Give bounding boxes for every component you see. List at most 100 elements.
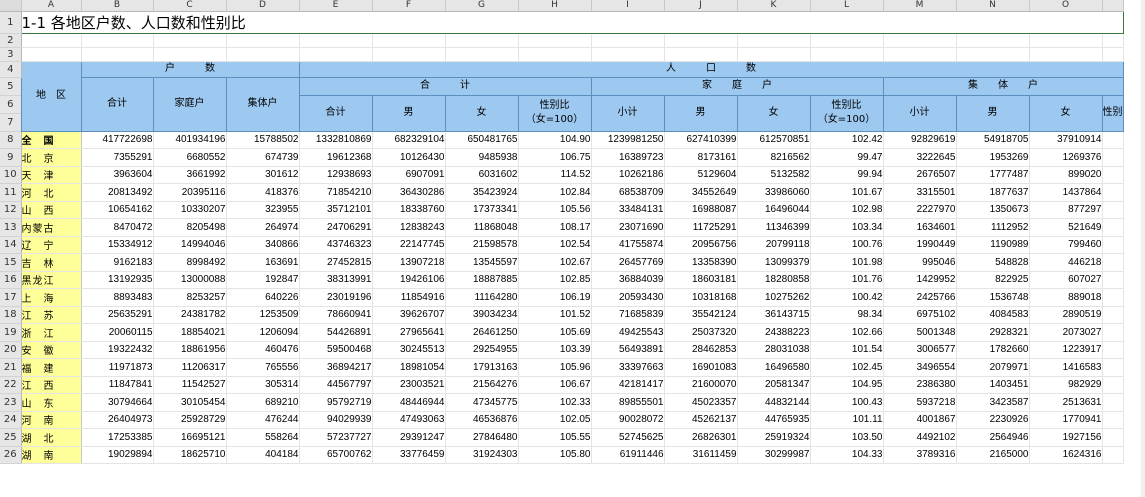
data-cell[interactable]: 1437864 [1029, 183, 1103, 202]
data-cell[interactable] [1102, 358, 1124, 377]
data-cell[interactable]: 1416583 [1029, 358, 1103, 377]
data-cell[interactable]: 877297 [1029, 201, 1103, 219]
select-all-corner[interactable] [0, 0, 22, 12]
data-cell[interactable]: 11542527 [153, 376, 227, 394]
data-cell[interactable]: 48446944 [372, 393, 446, 412]
data-cell[interactable]: 5132582 [737, 166, 811, 184]
data-cell[interactable]: 822925 [956, 271, 1030, 289]
data-cell[interactable]: 102.84 [518, 183, 592, 202]
data-cell[interactable]: 24381782 [153, 306, 227, 324]
data-cell[interactable] [1102, 323, 1124, 342]
data-cell[interactable]: 3789316 [883, 446, 957, 464]
data-cell[interactable]: 1927156 [1029, 428, 1103, 447]
data-cell[interactable]: 16496580 [737, 358, 811, 377]
header-family-subtotal[interactable]: 小计 [590, 94, 665, 132]
data-cell[interactable]: 105.55 [518, 428, 592, 447]
row-header-22[interactable]: 22 [0, 376, 22, 394]
header-households[interactable]: 户 数 [80, 60, 300, 78]
row-header-15[interactable]: 15 [0, 253, 22, 272]
data-cell[interactable]: 103.50 [810, 428, 884, 447]
cell[interactable] [21, 47, 82, 62]
data-cell[interactable]: 71854210 [299, 183, 373, 202]
header-collective-female[interactable]: 女 [1028, 94, 1103, 132]
region-cell[interactable]: 河 南 [21, 411, 82, 429]
header-male[interactable]: 男 [371, 94, 446, 132]
data-cell[interactable]: 6031602 [445, 166, 519, 184]
data-cell[interactable]: 3661992 [153, 166, 227, 184]
region-cell[interactable]: 湖 北 [21, 428, 82, 447]
data-cell[interactable] [1102, 428, 1124, 447]
data-cell[interactable]: 323955 [226, 201, 300, 219]
data-cell[interactable]: 418376 [226, 183, 300, 202]
data-cell[interactable]: 19426106 [372, 271, 446, 289]
row-header-1[interactable]: 1 [0, 11, 22, 34]
cell[interactable] [591, 47, 665, 62]
data-cell[interactable]: 11847841 [81, 376, 154, 394]
data-cell[interactable]: 26826301 [664, 428, 738, 447]
data-cell[interactable]: 1332810869 [299, 131, 373, 149]
data-cell[interactable]: 106.19 [518, 288, 592, 307]
cell[interactable] [445, 33, 519, 48]
cell[interactable] [226, 47, 300, 62]
data-cell[interactable]: 26404973 [81, 411, 154, 429]
data-cell[interactable]: 47345775 [445, 393, 519, 412]
data-cell[interactable]: 102.45 [810, 358, 884, 377]
data-cell[interactable]: 59500468 [299, 341, 373, 359]
data-cell[interactable] [1102, 288, 1124, 307]
data-cell[interactable]: 20581347 [737, 376, 811, 394]
data-cell[interactable]: 102.85 [518, 271, 592, 289]
column-header-k[interactable]: K [737, 0, 811, 12]
data-cell[interactable]: 102.05 [518, 411, 592, 429]
data-cell[interactable]: 264974 [226, 218, 300, 237]
data-cell[interactable]: 92829619 [883, 131, 957, 149]
data-cell[interactable]: 28462853 [664, 341, 738, 359]
cell[interactable] [1029, 47, 1103, 62]
header-sex-ratio[interactable]: 性别比 （女=100） [517, 94, 592, 132]
data-cell[interactable]: 105.56 [518, 201, 592, 219]
data-cell[interactable]: 3006577 [883, 341, 957, 359]
data-cell[interactable]: 1223917 [1029, 341, 1103, 359]
data-cell[interactable]: 36430286 [372, 183, 446, 202]
row-header-13[interactable]: 13 [0, 218, 22, 237]
data-cell[interactable]: 4001867 [883, 411, 957, 429]
data-cell[interactable]: 94029939 [299, 411, 373, 429]
header-population[interactable]: 人 口 数 [298, 60, 1124, 78]
data-cell[interactable]: 41755874 [591, 236, 665, 254]
data-cell[interactable]: 446218 [1029, 253, 1103, 272]
data-cell[interactable]: 28031038 [737, 341, 811, 359]
cell[interactable] [518, 47, 592, 62]
data-cell[interactable]: 1953269 [956, 148, 1030, 167]
data-cell[interactable] [1102, 166, 1124, 184]
data-cell[interactable]: 100.43 [810, 393, 884, 412]
data-cell[interactable]: 21564276 [445, 376, 519, 394]
data-cell[interactable]: 54918705 [956, 131, 1030, 149]
data-cell[interactable]: 5937218 [883, 393, 957, 412]
data-cell[interactable]: 35712101 [299, 201, 373, 219]
data-cell[interactable]: 30299987 [737, 446, 811, 464]
data-cell[interactable]: 37910914 [1029, 131, 1103, 149]
header-collective-households[interactable]: 集体户 [225, 76, 300, 132]
cell[interactable] [445, 47, 519, 62]
row-header-3[interactable]: 3 [0, 47, 22, 62]
data-cell[interactable]: 401934196 [153, 131, 227, 149]
data-cell[interactable]: 20799118 [737, 236, 811, 254]
data-cell[interactable]: 1990449 [883, 236, 957, 254]
cell[interactable] [372, 47, 446, 62]
header-female[interactable]: 女 [444, 94, 519, 132]
data-cell[interactable]: 5001348 [883, 323, 957, 342]
data-cell[interactable]: 101.54 [810, 341, 884, 359]
data-cell[interactable]: 2073027 [1029, 323, 1103, 342]
cell[interactable] [1102, 33, 1124, 48]
data-cell[interactable]: 8893483 [81, 288, 154, 307]
data-cell[interactable]: 20060115 [81, 323, 154, 342]
data-cell[interactable]: 4492102 [883, 428, 957, 447]
data-cell[interactable]: 13192935 [81, 271, 154, 289]
data-cell[interactable]: 21600070 [664, 376, 738, 394]
data-cell[interactable]: 1536748 [956, 288, 1030, 307]
data-cell[interactable]: 417722698 [81, 131, 154, 149]
data-cell[interactable]: 10330207 [153, 201, 227, 219]
data-cell[interactable]: 89855501 [591, 393, 665, 412]
data-cell[interactable] [1102, 148, 1124, 167]
data-cell[interactable]: 8253257 [153, 288, 227, 307]
cell[interactable] [810, 33, 884, 48]
